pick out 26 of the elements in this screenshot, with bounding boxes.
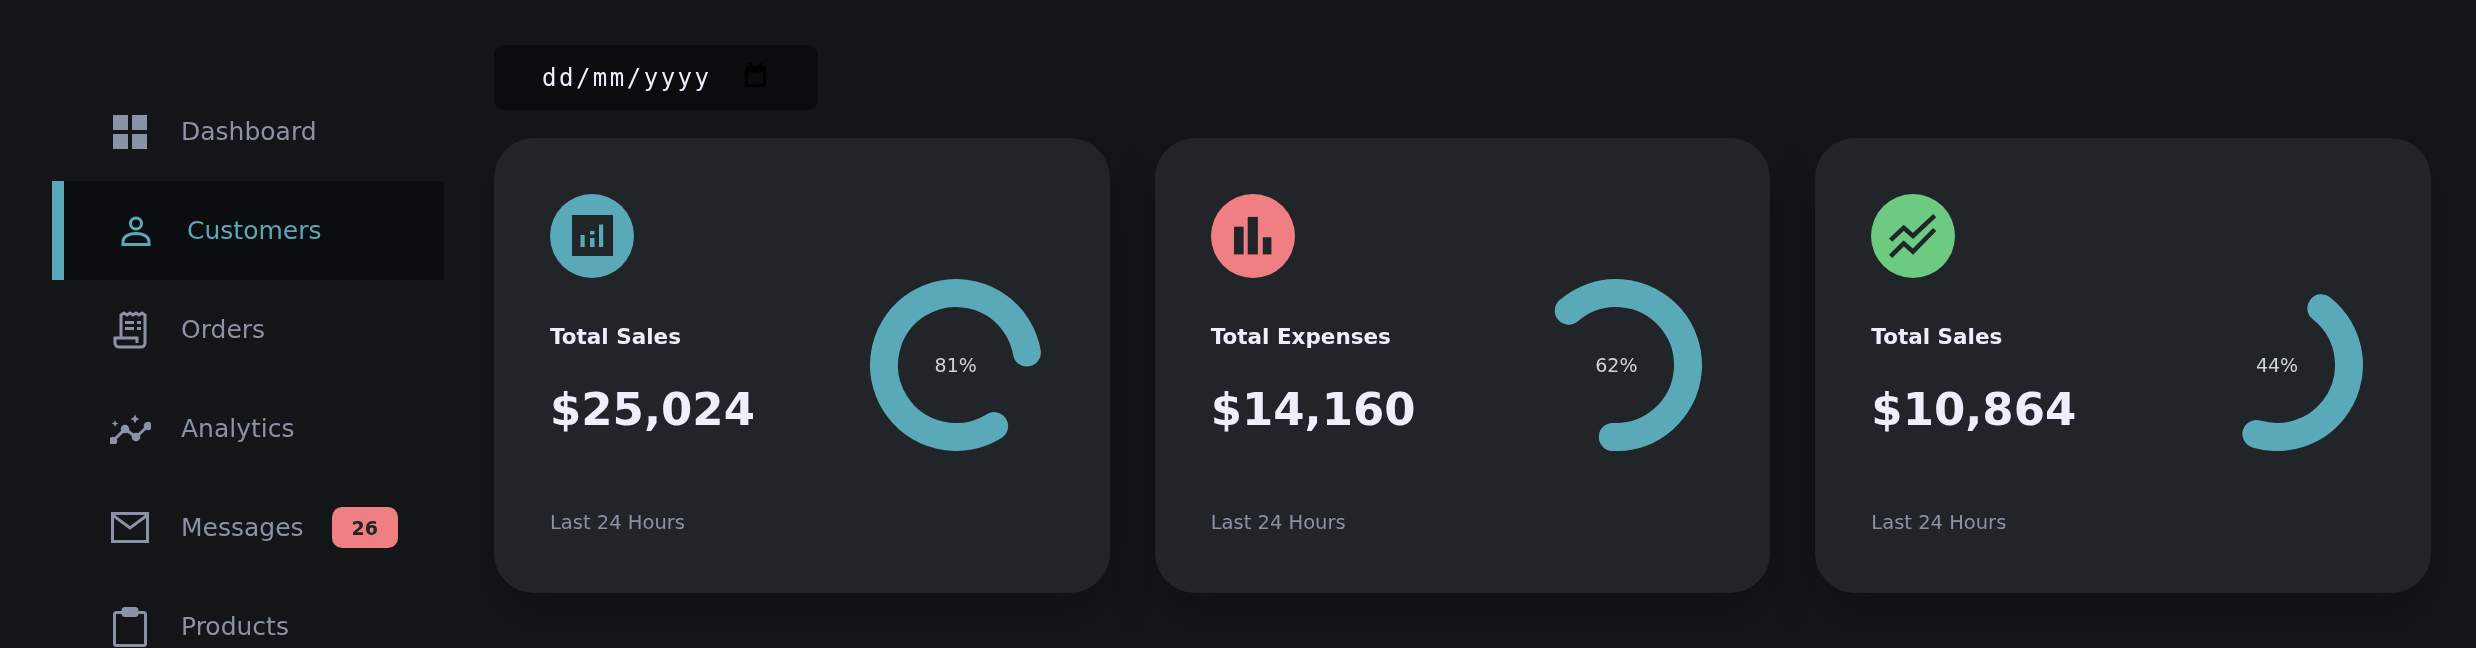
receipt-icon [113,310,147,349]
date-field[interactable]: dd/mm/yyyy [494,45,818,110]
period-text: Last 24 Hours [1210,510,1346,536]
period-text: Last 24 Hours [550,510,685,536]
card-title: Total Expenses [1210,323,1391,351]
chart-sparkle-icon [109,413,151,444]
card-title: Total Sales [1871,323,2003,351]
sidebar-item[interactable]: Dashboard [52,82,444,181]
count-badge: 26 [331,507,399,548]
sidebar-item[interactable]: Messages 26 [52,478,444,577]
sidebar-item[interactable]: Analytics [52,379,444,478]
amount-text: $25,024 [550,382,755,438]
person-icon [121,215,151,246]
amount-text: $10,864 [1871,382,2077,438]
percent-label: 44% [2255,353,2299,377]
percent-label: 81% [934,353,977,377]
period-text: Last 24 Hours [1871,510,2007,536]
envelope-icon [111,512,149,543]
sidebar-item[interactable]: Products [52,577,444,648]
amount-text: $14,160 [1210,382,1416,438]
sidebar-item[interactable]: Orders [52,280,444,379]
card-title: Total Sales [550,323,681,351]
sidebar-item[interactable]: Customers [52,181,444,280]
percent-label: 62% [1595,353,1638,377]
grid-icon [113,114,147,149]
clipboard-icon [113,606,147,647]
